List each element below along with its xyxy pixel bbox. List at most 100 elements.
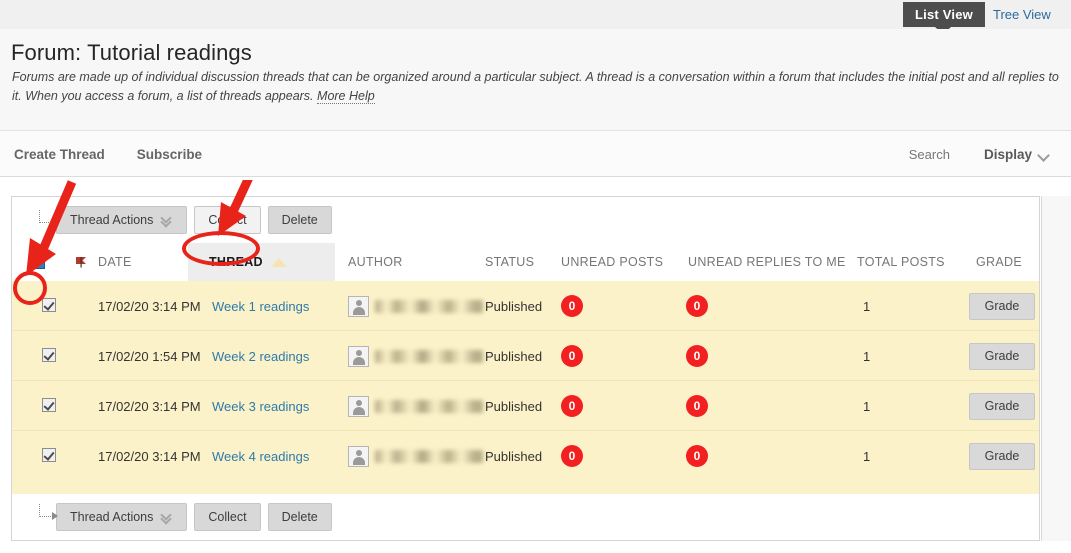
grade-button[interactable]: Grade — [969, 342, 1035, 370]
row-unread-posts: 0 — [561, 381, 583, 431]
selection-pointer-icon — [39, 210, 58, 226]
double-chevron-down-icon — [161, 512, 173, 523]
action-bar-left-group: Create Thread Subscribe — [14, 131, 202, 177]
thread-actions-label: Thread Actions — [70, 510, 154, 524]
page-title: Forum: Tutorial readings — [11, 40, 252, 65]
row-unread-replies: 0 — [686, 431, 708, 481]
row-select-checkbox[interactable] — [42, 298, 56, 312]
search-button[interactable]: Search — [909, 147, 950, 162]
row-author — [348, 431, 483, 481]
row-thread-link[interactable]: Week 3 readings — [212, 381, 309, 431]
collect-button-top[interactable]: Collect — [194, 206, 261, 234]
status-badge: 0 — [686, 345, 708, 367]
tab-list-view[interactable]: List View — [903, 2, 985, 27]
panel-right-gutter — [1041, 196, 1071, 541]
status-badge: 0 — [561, 345, 583, 367]
row-select-checkbox[interactable] — [42, 348, 56, 362]
avatar — [348, 395, 369, 417]
table-row[interactable]: 17/02/20 3:14 PM Week 1 readings Publish… — [12, 281, 1039, 331]
row-total-posts: 1 — [863, 448, 871, 464]
column-header-unread-replies[interactable]: UNREAD REPLIES TO ME — [688, 243, 846, 281]
column-header-thread[interactable]: THREAD — [209, 243, 287, 281]
row-status: Published — [485, 348, 543, 364]
page-bottom-strip — [0, 541, 1071, 553]
status-badge: 0 — [686, 445, 708, 467]
status-badge: 0 — [686, 295, 708, 317]
row-grade-cell: Grade — [969, 281, 1035, 331]
status-badge: 0 — [561, 395, 583, 417]
delete-label: Delete — [281, 510, 318, 524]
row-grade-cell: Grade — [969, 331, 1035, 381]
delete-button-top[interactable]: Delete — [267, 206, 332, 234]
row-select-checkbox[interactable] — [42, 448, 56, 462]
double-chevron-down-icon — [161, 215, 173, 226]
row-unread-replies: 0 — [686, 281, 708, 331]
row-unread-replies: 0 — [686, 331, 708, 381]
row-total-posts: 1 — [863, 398, 871, 414]
column-header-grade[interactable]: GRADE — [976, 243, 1022, 281]
author-name-redacted — [375, 299, 483, 313]
create-thread-button[interactable]: Create Thread — [14, 147, 105, 162]
row-author — [348, 331, 483, 381]
collect-button-bottom[interactable]: Collect — [194, 503, 261, 531]
row-author — [348, 281, 483, 331]
row-date: 17/02/20 3:14 PM — [98, 398, 201, 414]
row-grade-cell: Grade — [969, 431, 1035, 481]
more-help-link[interactable]: More Help — [317, 89, 375, 104]
row-status: Published — [485, 448, 543, 464]
table-row[interactable]: 17/02/20 3:14 PM Week 4 readings Publish… — [12, 431, 1039, 481]
action-bar-right-group: Search Display — [909, 131, 1049, 177]
row-total-posts: 1 — [863, 298, 871, 314]
column-header-total-posts[interactable]: TOTAL POSTS — [857, 243, 945, 281]
table-row[interactable]: 17/02/20 1:54 PM Week 2 readings Publish… — [12, 331, 1039, 381]
thread-actions-button-bottom[interactable]: Thread Actions — [56, 503, 188, 531]
selection-pointer-icon — [39, 504, 58, 520]
grade-button[interactable]: Grade — [969, 442, 1035, 470]
row-date: 17/02/20 1:54 PM — [98, 348, 201, 364]
subscribe-button[interactable]: Subscribe — [137, 147, 202, 162]
column-header-unread-posts[interactable]: UNREAD POSTS — [561, 243, 663, 281]
tab-tree-view[interactable]: Tree View — [993, 2, 1051, 27]
column-header-thread-label: THREAD — [209, 255, 263, 269]
avatar — [348, 295, 369, 317]
grade-button[interactable]: Grade — [969, 392, 1035, 420]
column-header-status[interactable]: STATUS — [485, 243, 534, 281]
collect-label: Collect — [208, 510, 247, 524]
row-author — [348, 381, 483, 431]
select-all-checkbox[interactable] — [30, 254, 45, 269]
thread-rows: 17/02/20 3:14 PM Week 1 readings Publish… — [12, 281, 1039, 494]
delete-label: Delete — [281, 213, 318, 227]
forum-action-bar: Create Thread Subscribe Search Display — [0, 131, 1071, 177]
sort-ascending-icon — [270, 257, 287, 267]
table-row[interactable]: 17/02/20 3:14 PM Week 3 readings Publish… — [12, 381, 1039, 431]
row-status: Published — [485, 398, 543, 414]
row-thread-link[interactable]: Week 4 readings — [212, 431, 309, 481]
display-button[interactable]: Display — [984, 147, 1049, 162]
thread-list-panel: Thread Actions Collect Delete DATE THREA… — [11, 196, 1040, 541]
row-thread-link[interactable]: Week 2 readings — [212, 331, 309, 381]
avatar — [348, 345, 369, 367]
row-unread-replies: 0 — [686, 381, 708, 431]
row-select-checkbox[interactable] — [42, 398, 56, 412]
collect-label: Collect — [208, 213, 247, 227]
avatar — [348, 445, 369, 467]
thread-actions-button-top[interactable]: Thread Actions — [56, 206, 188, 234]
thread-actions-label: Thread Actions — [70, 213, 154, 227]
column-header-date[interactable]: DATE — [98, 243, 132, 281]
column-header-author[interactable]: AUTHOR — [348, 243, 403, 281]
row-date: 17/02/20 3:14 PM — [98, 298, 201, 314]
status-badge: 0 — [561, 445, 583, 467]
author-name-redacted — [375, 449, 483, 463]
row-unread-posts: 0 — [561, 281, 583, 331]
grade-button[interactable]: Grade — [969, 292, 1035, 320]
delete-button-bottom[interactable]: Delete — [267, 503, 332, 531]
view-switch-bar: List View Tree View — [0, 0, 1071, 34]
thread-toolbar-bottom: Thread Actions Collect Delete — [12, 494, 1039, 540]
page-description-text: Forums are made up of individual discuss… — [12, 70, 1059, 103]
chevron-down-icon — [1039, 151, 1049, 157]
row-thread-link[interactable]: Week 1 readings — [212, 281, 309, 331]
page-description: Forums are made up of individual discuss… — [12, 68, 1062, 106]
table-header-row: DATE THREAD AUTHOR STATUS UNREAD POSTS U… — [12, 243, 1039, 282]
row-unread-posts: 0 — [561, 431, 583, 481]
row-unread-posts: 0 — [561, 331, 583, 381]
